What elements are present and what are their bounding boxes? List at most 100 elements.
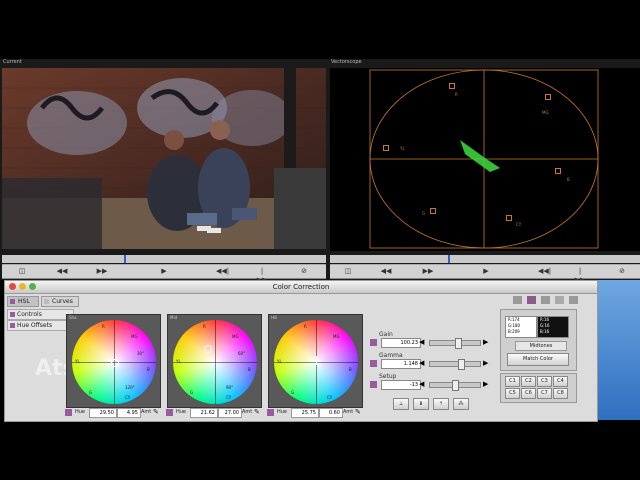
warning-icon[interactable] [555, 296, 564, 304]
c7-button[interactable]: C7 [537, 388, 552, 399]
viewer-mode-button-left[interactable]: ◫ [16, 267, 28, 276]
color-picker-icon[interactable] [527, 296, 536, 304]
set-gray-button[interactable]: ⇡ [433, 398, 449, 410]
vectorscope-label-g: G [422, 211, 426, 216]
highlights-label-g: G [291, 390, 295, 395]
c3-button[interactable]: C3 [537, 376, 552, 387]
shadows-wheel-label: Sha [69, 315, 77, 320]
midtones-select-value: Midtones [529, 343, 553, 349]
vectorscope-label: Vectorscope [331, 59, 362, 65]
play-button-right[interactable]: ▶ [480, 267, 492, 276]
highlights-hue-label: Hue [277, 409, 288, 415]
match-color-button[interactable]: Match Color [507, 353, 569, 366]
rewind-button-right[interactable]: ◀◀ [380, 267, 392, 276]
midtones-label-mg: MG [232, 334, 239, 339]
shadows-wheel-panel: Sha R MG YL CY G B 30° 120° [66, 314, 161, 408]
shadows-label-cy: CY [125, 395, 131, 400]
highlights-label-cy: CY [327, 395, 333, 400]
setup-field[interactable]: -13 [381, 380, 421, 390]
midtones-label-60deg: 60° [238, 351, 246, 356]
highlights-eyedropper-icon[interactable]: ✎ [355, 408, 361, 416]
shadows-eyedropper-icon[interactable]: ✎ [153, 408, 159, 416]
midtones-hue-field[interactable]: 21.62 [190, 408, 218, 418]
midtones-select[interactable]: Midtones [515, 341, 567, 351]
minimize-window-button[interactable] [19, 283, 26, 290]
highlights-hue-row: Hue 25.75 0.60 Amt ✎ [267, 408, 362, 418]
set-black-button[interactable]: ⬇ [413, 398, 429, 410]
fast-forward-button-left[interactable]: ▶▶ [96, 267, 108, 276]
setup-increase-arrow[interactable]: ▶ [483, 380, 488, 388]
playhead-left[interactable] [124, 255, 126, 263]
midtones-wheel-handle[interactable] [204, 345, 212, 353]
highlights-amt-field[interactable]: 0.60 [319, 408, 343, 418]
vectorscope-target-b [555, 168, 561, 174]
go-to-end-button-right[interactable]: |▶▶ [574, 267, 586, 284]
shadows-hue-field[interactable]: 29.50 [89, 408, 117, 418]
sidebar-item-hue-offsets-label: Hue Offsets [17, 322, 53, 329]
auto-balance-button[interactable]: ⟂ [393, 398, 409, 410]
close-window-button[interactable] [9, 283, 16, 290]
gain-slider[interactable] [429, 338, 481, 349]
shadows-label-r: R [102, 324, 105, 329]
current-label: Current [3, 59, 22, 65]
gamma-decrease-arrow[interactable]: ◀ [419, 359, 424, 367]
viewer-mode-button-right[interactable]: ◫ [342, 267, 354, 276]
grid-icon[interactable] [541, 296, 550, 304]
gamma-field[interactable]: 1.148 [381, 359, 421, 369]
disable-button-right[interactable]: ⊘ [616, 267, 628, 276]
zoom-window-button[interactable] [29, 283, 36, 290]
highlights-amt-label: Amt [343, 409, 354, 415]
desktop-background [596, 280, 640, 420]
highlights-wheel-handle[interactable] [312, 356, 321, 365]
gamma-slider-knob[interactable] [458, 359, 465, 370]
setup-decrease-arrow[interactable]: ◀ [419, 380, 424, 388]
tab-curves[interactable]: Curves [41, 296, 79, 307]
shadows-hue-label: Hue [75, 409, 86, 415]
list-icon[interactable] [569, 296, 578, 304]
playhead-right[interactable] [448, 255, 450, 263]
video-frame-image [2, 68, 326, 249]
c6-button[interactable]: C6 [521, 388, 536, 399]
settings-icon[interactable] [513, 296, 522, 304]
timeline-scrubber-left[interactable] [2, 255, 326, 263]
sidebar-item-controls[interactable]: Controls [7, 309, 74, 320]
setup-slider[interactable] [429, 380, 481, 391]
midtones-amt-field[interactable]: 27.00 [218, 408, 242, 418]
play-button-left[interactable]: ▶ [158, 267, 170, 276]
go-to-end-button-left[interactable]: |▶▶ [256, 267, 268, 284]
setup-slider-knob[interactable] [452, 380, 459, 391]
vectorscope-target-cy [506, 215, 512, 221]
gamma-increase-arrow[interactable]: ▶ [483, 359, 488, 367]
rewind-button-left[interactable]: ◀◀ [56, 267, 68, 276]
shadows-wheel-handle[interactable] [111, 359, 119, 367]
c4-button[interactable]: C4 [553, 376, 568, 387]
highlights-hue-field[interactable]: 25.75 [291, 408, 319, 418]
c5-button[interactable]: C5 [505, 388, 520, 399]
set-white-button[interactable]: ⁂ [453, 398, 469, 410]
gain-slider-knob[interactable] [455, 338, 462, 349]
gain-increase-arrow[interactable]: ▶ [483, 338, 488, 346]
gamma-slider[interactable] [429, 359, 481, 370]
highlights-wheel-label: Hili [271, 315, 278, 320]
shadows-amt-label: Amt [141, 409, 152, 415]
current-frame [2, 68, 326, 249]
go-to-start-button-left[interactable]: ◀◀| [216, 267, 229, 276]
timeline-scrubber-right[interactable] [330, 255, 640, 263]
c2-button[interactable]: C2 [521, 376, 536, 387]
shadows-hue-row: Hue 29.50 4.95 Amt ✎ [65, 408, 160, 418]
midtones-hue-label: Hue [176, 409, 187, 415]
midtones-eyedropper-icon[interactable]: ✎ [254, 408, 260, 416]
shadows-amt-field[interactable]: 4.95 [117, 408, 141, 418]
sidebar-item-hue-offsets[interactable]: Hue Offsets [7, 320, 74, 331]
midtones-axis-v [215, 320, 216, 404]
fast-forward-button-right[interactable]: ▶▶ [422, 267, 434, 276]
c8-button[interactable]: C8 [553, 388, 568, 399]
tab-hsl-label: HSL [18, 298, 30, 305]
gain-field[interactable]: 100.23 [381, 338, 421, 348]
c1-button[interactable]: C1 [505, 376, 520, 387]
shadows-label-b: B [147, 367, 150, 372]
tab-hsl[interactable]: HSL [7, 296, 39, 307]
disable-button-left[interactable]: ⊘ [298, 267, 310, 276]
go-to-start-button-right[interactable]: ◀◀| [538, 267, 551, 276]
gain-decrease-arrow[interactable]: ◀ [419, 338, 424, 346]
